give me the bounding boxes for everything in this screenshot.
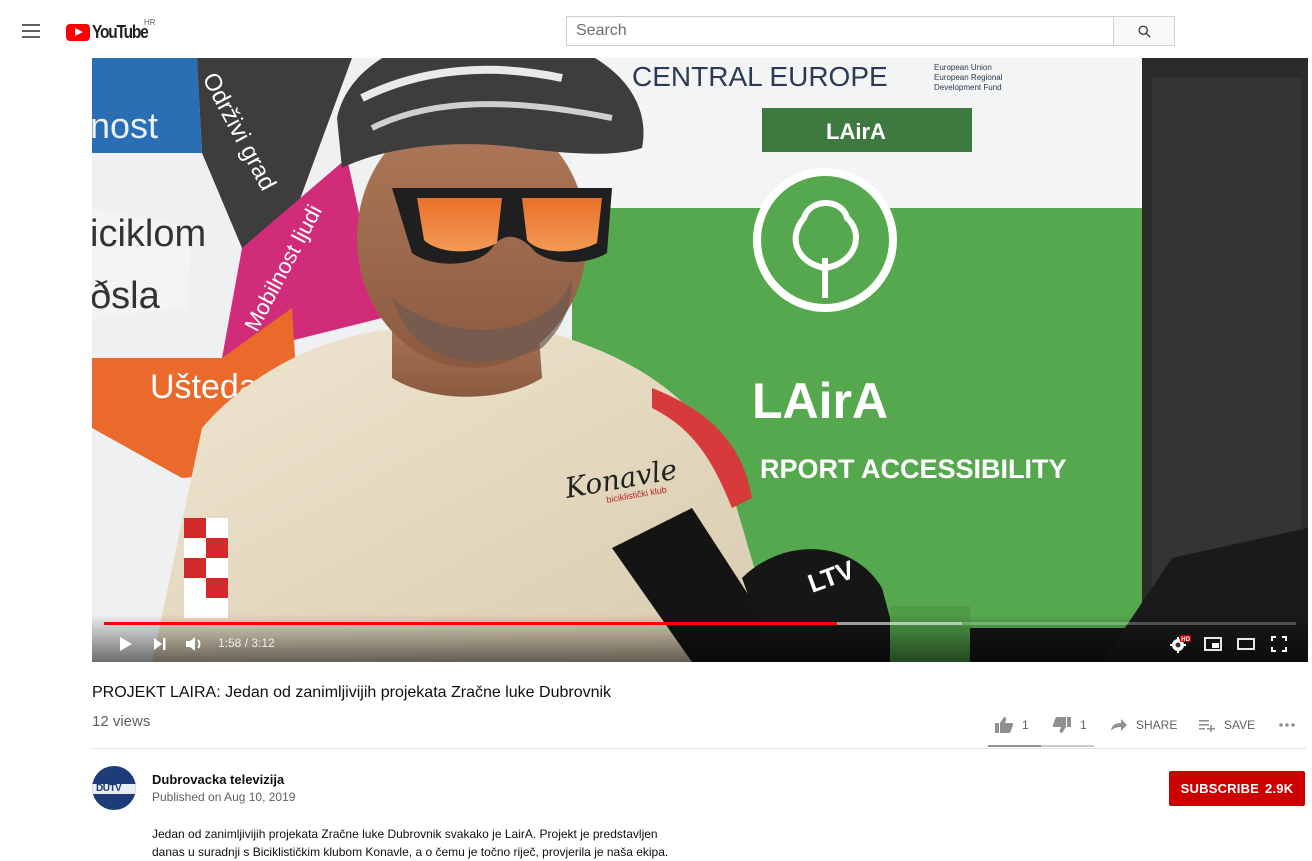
svg-text:ðsla: ðsla — [92, 275, 161, 317]
like-count: 1 — [1022, 718, 1029, 732]
volume-icon — [186, 637, 201, 651]
search-button[interactable] — [1113, 16, 1175, 46]
channel-name[interactable]: Dubrovacka televizija — [152, 772, 284, 787]
dislike-count: 1 — [1080, 718, 1087, 732]
play-button[interactable] — [116, 632, 136, 656]
svg-text:European Regional: European Regional — [934, 73, 1003, 82]
youtube-logo[interactable]: YouTube HR — [66, 18, 157, 42]
player-controls: 1:58 / 3:12 HD — [92, 614, 1308, 662]
theater-mode-button[interactable] — [1235, 632, 1257, 656]
publish-date: Published on Aug 10, 2019 — [152, 790, 296, 804]
guide-menu-icon[interactable] — [22, 24, 40, 38]
more-actions-button[interactable] — [1278, 712, 1304, 738]
share-button[interactable]: SHARE — [1110, 712, 1177, 738]
video-description: Jedan od zanimljivijih projekata Zračne … — [152, 825, 772, 861]
settings-button[interactable]: HD — [1168, 632, 1192, 656]
youtube-play-logo-icon — [66, 23, 90, 41]
like-button[interactable]: 1 — [994, 712, 1029, 738]
svg-text:LAirA: LAirA — [752, 373, 888, 429]
save-label: SAVE — [1224, 718, 1256, 732]
svg-text:LAirA: LAirA — [826, 119, 886, 144]
time-display: 1:58 / 3:12 — [218, 636, 275, 650]
skip-next-icon — [154, 638, 166, 650]
view-count: 12 views — [92, 713, 151, 730]
fullscreen-button[interactable] — [1268, 632, 1290, 656]
svg-text:European Union: European Union — [934, 63, 992, 72]
progress-bar[interactable] — [104, 622, 1296, 625]
video-frame: nost Održivi grad iciklom Mobilnost ljud… — [92, 58, 1308, 662]
logo-text: YouTube — [92, 21, 149, 42]
play-icon — [120, 637, 132, 651]
description-line: Jedan od zanimljivijih projekata Zračne … — [152, 827, 658, 841]
svg-text:CENTRAL EUROPE: CENTRAL EUROPE — [632, 61, 888, 92]
svg-text:RPORT ACCESSIBILITY: RPORT ACCESSIBILITY — [760, 454, 1067, 484]
channel-avatar[interactable]: DUTV — [92, 766, 136, 810]
add-to-playlist-icon — [1199, 720, 1215, 732]
save-button[interactable]: SAVE — [1198, 712, 1255, 738]
share-icon — [1111, 719, 1127, 731]
dislike-button[interactable]: 1 — [1052, 712, 1087, 738]
sentiment-like-fill — [988, 745, 1041, 747]
video-title: PROJEKT LAIRA: Jedan od zanimljivijih pr… — [92, 684, 612, 701]
mute-button[interactable] — [184, 632, 206, 656]
svg-text:Development Fund: Development Fund — [934, 83, 1002, 92]
thumbs-up-icon — [995, 717, 1014, 733]
description-line: danas u suradnji s Biciklističkim klubom… — [152, 845, 669, 859]
subscribe-label: SUBSCRIBE — [1180, 781, 1260, 796]
svg-text:iciklom: iciklom — [92, 213, 206, 255]
progress-played — [104, 622, 838, 625]
avatar-logo-text: DUTV — [96, 783, 122, 794]
subscriber-count: 2.9K — [1265, 781, 1294, 796]
theater-mode-icon — [1237, 638, 1255, 650]
video-player[interactable]: nost Održivi grad iciklom Mobilnost ljud… — [92, 58, 1308, 662]
divider — [92, 748, 1306, 749]
next-button[interactable] — [150, 632, 170, 656]
thumbs-down-icon — [1052, 717, 1071, 733]
gear-icon: HD — [1170, 635, 1191, 653]
search-icon — [1138, 25, 1151, 38]
subscribe-button[interactable]: SUBSCRIBE 2.9K — [1169, 771, 1305, 806]
miniplayer-icon — [1204, 637, 1222, 651]
share-label: SHARE — [1136, 718, 1178, 732]
more-horizontal-icon — [1279, 723, 1295, 727]
svg-text:nost: nost — [92, 105, 158, 146]
fullscreen-icon — [1271, 636, 1287, 652]
sentiment-bar — [988, 745, 1094, 747]
search-box — [566, 16, 1175, 46]
masthead: YouTube HR — [0, 0, 1312, 58]
miniplayer-button[interactable] — [1202, 632, 1224, 656]
country-code: HR — [144, 18, 156, 27]
search-input[interactable] — [566, 16, 1113, 46]
svg-text:HD: HD — [1181, 637, 1190, 643]
